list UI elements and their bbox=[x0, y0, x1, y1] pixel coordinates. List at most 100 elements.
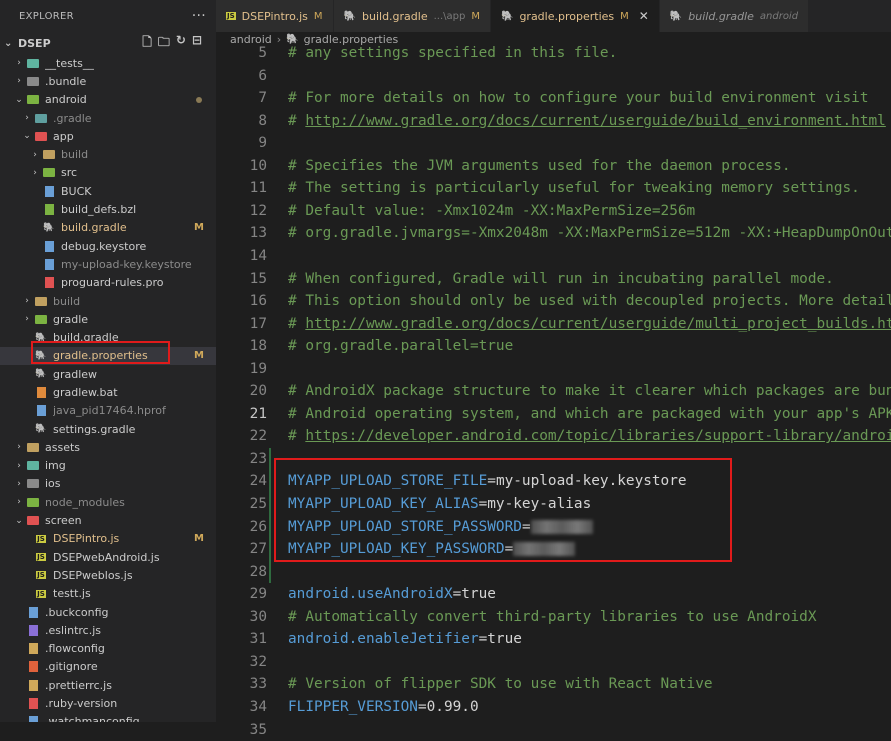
tree-item[interactable]: ⌄ android bbox=[0, 91, 216, 109]
javascript-icon: JS bbox=[36, 589, 46, 598]
tree-item[interactable]: › .gradle bbox=[0, 109, 216, 127]
refresh-icon[interactable]: ↻ bbox=[176, 33, 186, 54]
line-number: 5 bbox=[258, 45, 267, 61]
editor-area: JS DSEPintro.js M 🐘 build.gradle ...\app M 🐘 gra… bbox=[216, 0, 891, 738]
tree-item[interactable]: .eslintrc.js bbox=[0, 621, 216, 639]
changes-dot-icon bbox=[196, 96, 202, 103]
tree-item[interactable]: › ios bbox=[0, 475, 216, 493]
tree-item[interactable]: 🐘 gradle.properties M bbox=[0, 346, 216, 366]
tree-item[interactable]: › src bbox=[0, 164, 216, 182]
collapse-all-icon[interactable]: ⊟ bbox=[192, 33, 202, 54]
line-number: 17 bbox=[249, 315, 267, 332]
tree-item[interactable]: 🐘 build.gradle bbox=[0, 328, 216, 346]
chevron-right-icon: › bbox=[25, 296, 29, 306]
tree-item[interactable]: java_pid17464.hprof bbox=[0, 402, 216, 420]
tree-item[interactable]: JS testt.js bbox=[0, 585, 216, 603]
code-line: 18 # org.gradle.parallel=true bbox=[216, 335, 891, 357]
tree-item[interactable]: gradlew.bat bbox=[0, 383, 216, 401]
tree-item[interactable]: build_defs.bzl bbox=[0, 200, 216, 218]
code-line: 15 # When configured, Gradle will run in … bbox=[216, 268, 891, 290]
line-number: 32 bbox=[249, 653, 267, 670]
editor-tab[interactable]: 🐘 build.gradle android bbox=[659, 0, 810, 32]
new-file-icon[interactable]: 🗋 bbox=[142, 33, 152, 54]
code-token: android.useAndroidX bbox=[288, 586, 453, 603]
tree-item-label: .bundle bbox=[45, 74, 87, 88]
code-line: 33 # Version of flipper SDK to use with R… bbox=[216, 673, 891, 695]
tree-item[interactable]: .buckconfig bbox=[0, 603, 216, 621]
new-folder-icon[interactable]: 🗀 bbox=[158, 33, 170, 54]
tree-item[interactable]: my-upload-key.keystore bbox=[0, 255, 216, 273]
more-actions-icon[interactable]: ··· bbox=[192, 8, 206, 24]
gradle-icon: 🐘 bbox=[43, 222, 55, 233]
tree-item[interactable]: .gitignore bbox=[0, 658, 216, 676]
line-text: # When configured, Gradle will run in in… bbox=[288, 268, 834, 290]
tree-item[interactable]: › img bbox=[0, 457, 216, 475]
line-text: # AndroidX package structure to make it … bbox=[288, 380, 891, 402]
tree-item[interactable]: proguard-rules.pro bbox=[0, 274, 216, 292]
line-text: # org.gradle.parallel=true bbox=[288, 335, 513, 357]
tree-item[interactable]: JS DSEPintro.js M bbox=[0, 530, 216, 548]
tree-item[interactable]: › node_modules bbox=[0, 493, 216, 511]
tab-label: DSEPintro.js bbox=[241, 9, 308, 23]
code-token: # Automatically convert third-party libr… bbox=[288, 608, 817, 625]
tree-item[interactable]: 🐘 gradlew bbox=[0, 365, 216, 383]
tree-item-label: gradle bbox=[53, 312, 89, 326]
tab-label: gradle.properties bbox=[519, 9, 615, 23]
code-token: # any settings specified in this file. bbox=[288, 45, 618, 61]
code-token: # Android operating system, and which ar… bbox=[288, 405, 891, 422]
folder-icon bbox=[42, 149, 56, 161]
code-token: =true bbox=[478, 631, 522, 648]
tree-item[interactable]: › assets bbox=[0, 438, 216, 456]
code-line: 31 android.enableJetifier=true bbox=[216, 628, 891, 650]
modified-badge: M bbox=[313, 10, 323, 22]
tree-item[interactable]: .flowconfig bbox=[0, 640, 216, 658]
tree-item[interactable]: .prettierrc.js bbox=[0, 676, 216, 694]
tree-item[interactable]: ⌄ screen bbox=[0, 511, 216, 529]
chevron-right-icon: › bbox=[17, 76, 21, 87]
tree-item[interactable]: › build bbox=[0, 145, 216, 163]
project-root[interactable]: ⌄ DSEP 🗋 🗀 ↻ ⊟ bbox=[0, 32, 216, 54]
line-number: 22 bbox=[249, 428, 267, 445]
close-icon[interactable]: ✕ bbox=[639, 9, 649, 23]
line-text: # Android operating system, and which ar… bbox=[288, 403, 891, 425]
tree-item[interactable]: 🐘 settings.gradle bbox=[0, 420, 216, 438]
editor-tab[interactable]: JS DSEPintro.js M bbox=[216, 0, 334, 32]
chevron-down-icon: ⌄ bbox=[15, 94, 23, 105]
chevron-down-icon: ⌄ bbox=[4, 37, 13, 49]
line-number: 18 bbox=[249, 338, 267, 355]
tree-item[interactable]: ⌄ app bbox=[0, 127, 216, 145]
tree-item[interactable]: debug.keystore bbox=[0, 237, 216, 255]
file-icon bbox=[26, 661, 40, 673]
editor-tab[interactable]: 🐘 build.gradle ...\app M bbox=[333, 0, 491, 32]
tree-item[interactable]: › .bundle bbox=[0, 72, 216, 90]
tree-item[interactable]: › __tests__ bbox=[0, 54, 216, 72]
code-line: 25 MYAPP_UPLOAD_KEY_ALIAS=my-key-alias bbox=[216, 493, 891, 515]
code-line: 14 bbox=[216, 245, 891, 267]
chevron-right-icon: › bbox=[25, 314, 29, 325]
line-text: # Specifies the JVM arguments used for t… bbox=[288, 155, 791, 177]
tree-item[interactable]: › build bbox=[0, 292, 216, 310]
tab-path-hint: android bbox=[759, 10, 799, 22]
folder-icon bbox=[34, 295, 48, 307]
tree-item[interactable]: BUCK bbox=[0, 182, 216, 200]
code-token: # bbox=[288, 112, 306, 129]
tree-item[interactable]: 🐘 build.gradle M bbox=[0, 219, 216, 237]
code-token: MYAPP_UPLOAD_STORE_FILE bbox=[288, 473, 488, 490]
tree-item[interactable]: .watchmanconfig bbox=[0, 713, 216, 722]
tree-item[interactable]: .ruby-version bbox=[0, 694, 216, 712]
tree-item[interactable]: › gradle bbox=[0, 310, 216, 328]
line-number: 24 bbox=[249, 473, 267, 490]
tree-item[interactable]: JS DSEPwebAndroid.js bbox=[0, 548, 216, 566]
tree-item-label: DSEPwebAndroid.js bbox=[53, 550, 160, 564]
line-text: # Automatically convert third-party libr… bbox=[288, 606, 817, 628]
line-number: 31 bbox=[249, 631, 267, 648]
code-token: MYAPP_UPLOAD_KEY_PASSWORD bbox=[288, 541, 505, 558]
editor-tab[interactable]: 🐘 gradle.properties M ✕ bbox=[490, 0, 660, 32]
tree-item-label: build bbox=[53, 294, 81, 308]
tree-item[interactable]: JS DSEPweblos.js bbox=[0, 566, 216, 584]
line-number: 28 bbox=[249, 563, 267, 580]
folder-icon bbox=[26, 460, 40, 472]
code-line: 12 # Default value: -Xmx1024m -XX:MaxPerm… bbox=[216, 200, 891, 222]
code-line: 17 # http://www.gradle.org/docs/current/u… bbox=[216, 313, 891, 335]
explorer-header: EXPLORER ··· bbox=[0, 0, 216, 32]
